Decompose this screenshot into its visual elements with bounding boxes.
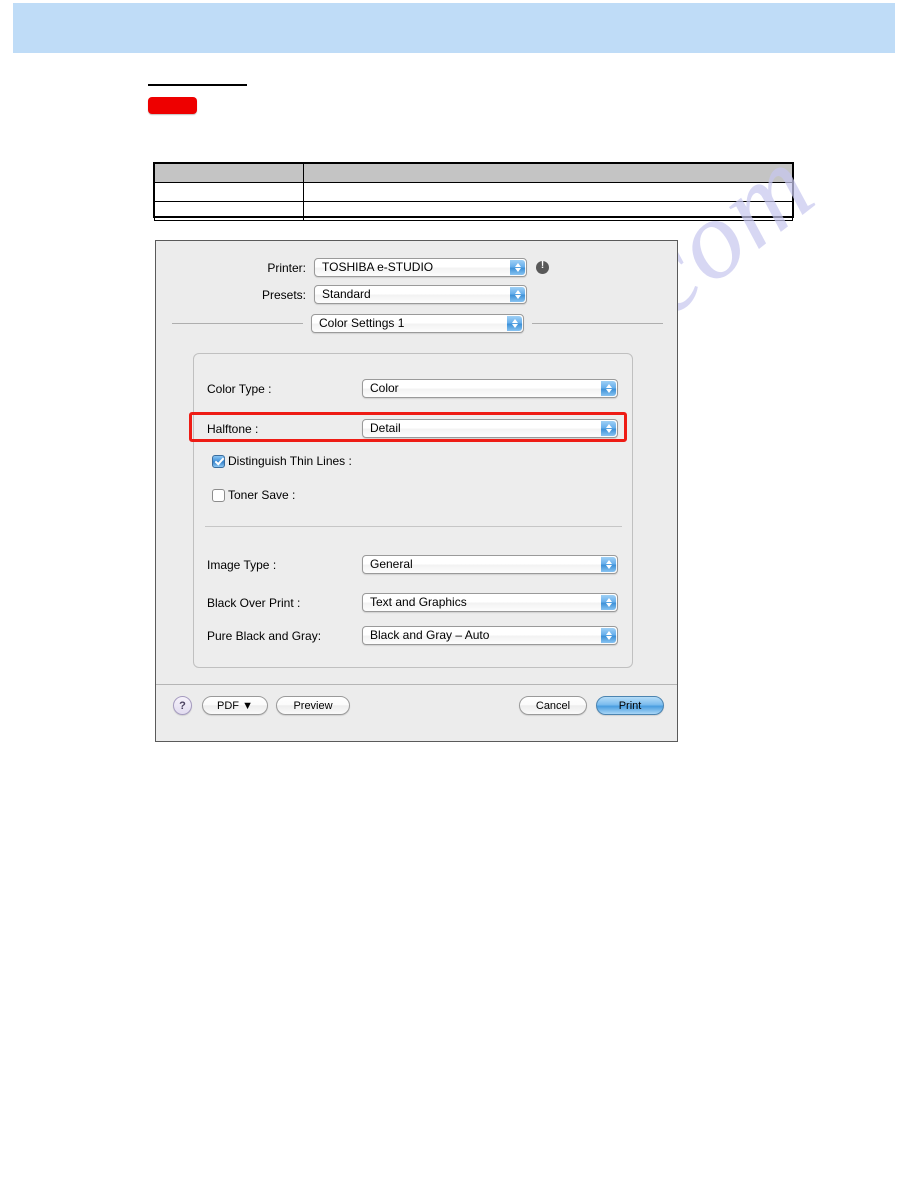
footer-divider (156, 684, 677, 685)
distinguish-thin-lines-checkbox[interactable] (212, 454, 225, 468)
print-button[interactable]: Print (596, 696, 664, 715)
presets-select[interactable]: Standard (314, 285, 527, 304)
table-cell (154, 182, 304, 202)
printer-row: Printer: TOSHIBA e-STUDIO (156, 258, 677, 277)
halftone-value: Detail (370, 421, 401, 435)
page-top-banner (13, 3, 895, 53)
pdf-button[interactable]: PDF ▼ (202, 696, 268, 715)
black-over-print-row: Black Over Print : Text and Graphics (205, 593, 626, 612)
color-type-select[interactable]: Color (362, 379, 618, 398)
color-settings-panel: Color Type : Color Halftone : Detail Dis… (193, 353, 633, 668)
pane-select-value: Color Settings 1 (319, 316, 405, 330)
panel-divider (205, 526, 622, 527)
pane-select[interactable]: Color Settings 1 (311, 314, 524, 333)
preview-button[interactable]: Preview (276, 696, 350, 715)
help-button[interactable]: ? (173, 696, 192, 715)
color-type-row: Color Type : Color (205, 379, 626, 398)
chevron-updown-icon (601, 595, 616, 610)
black-over-print-value: Text and Graphics (370, 595, 467, 609)
presets-row: Presets: Standard (156, 285, 677, 304)
distinguish-thin-lines-label: Distinguish Thin Lines : (228, 454, 352, 468)
table-row (154, 201, 793, 221)
toner-save-row[interactable]: Toner Save : (212, 488, 295, 502)
image-type-value: General (370, 557, 413, 571)
table-cell (303, 182, 793, 202)
document-table (154, 163, 793, 221)
table-header-row (154, 163, 793, 183)
image-type-label: Image Type : (207, 557, 277, 572)
pure-black-and-gray-label: Pure Black and Gray: (207, 628, 322, 643)
cancel-button[interactable]: Cancel (519, 696, 587, 715)
image-type-select[interactable]: General (362, 555, 618, 574)
print-dialog: Printer: TOSHIBA e-STUDIO Presets: Stand… (155, 240, 678, 742)
table-cell (303, 201, 793, 221)
table-row (154, 182, 793, 202)
table-cell (154, 201, 304, 221)
divider-left (172, 323, 303, 324)
image-type-row: Image Type : General (205, 555, 626, 574)
pure-black-and-gray-row: Pure Black and Gray: Black and Gray – Au… (205, 626, 626, 645)
divider-right (532, 323, 663, 324)
pure-black-and-gray-select[interactable]: Black and Gray – Auto (362, 626, 618, 645)
toner-save-label: Toner Save : (228, 488, 296, 502)
red-label-tag (148, 97, 197, 114)
toner-save-checkbox[interactable] (212, 488, 225, 502)
chevron-updown-icon (601, 381, 616, 396)
chevron-updown-icon (507, 316, 522, 331)
color-type-label: Color Type : (207, 381, 272, 396)
printer-select-value: TOSHIBA e-STUDIO (322, 260, 434, 274)
color-type-value: Color (370, 381, 399, 395)
heading-underline (148, 84, 247, 86)
dialog-footer: ? PDF ▼ Preview Cancel Print (156, 696, 677, 726)
chevron-updown-icon (601, 628, 616, 643)
black-over-print-select[interactable]: Text and Graphics (362, 593, 618, 612)
printer-select[interactable]: TOSHIBA e-STUDIO (314, 258, 527, 277)
halftone-row: Halftone : Detail (205, 419, 626, 438)
distinguish-thin-lines-row[interactable]: Distinguish Thin Lines : (212, 454, 352, 468)
pane-selector-row: Color Settings 1 (172, 314, 663, 333)
halftone-label: Halftone : (207, 421, 259, 436)
table-header-cell (154, 163, 304, 183)
chevron-updown-icon (601, 421, 616, 436)
halftone-select[interactable]: Detail (362, 419, 618, 438)
presets-select-value: Standard (322, 287, 371, 301)
chevron-updown-icon (510, 287, 525, 302)
presets-label: Presets: (261, 287, 306, 302)
printer-status-info-icon[interactable] (536, 260, 549, 274)
printer-label: Printer: (267, 260, 306, 275)
table-header-cell (303, 163, 793, 183)
chevron-updown-icon (601, 557, 616, 572)
black-over-print-label: Black Over Print : (207, 595, 301, 610)
chevron-updown-icon (510, 260, 525, 275)
pure-black-and-gray-value: Black and Gray – Auto (370, 628, 490, 642)
